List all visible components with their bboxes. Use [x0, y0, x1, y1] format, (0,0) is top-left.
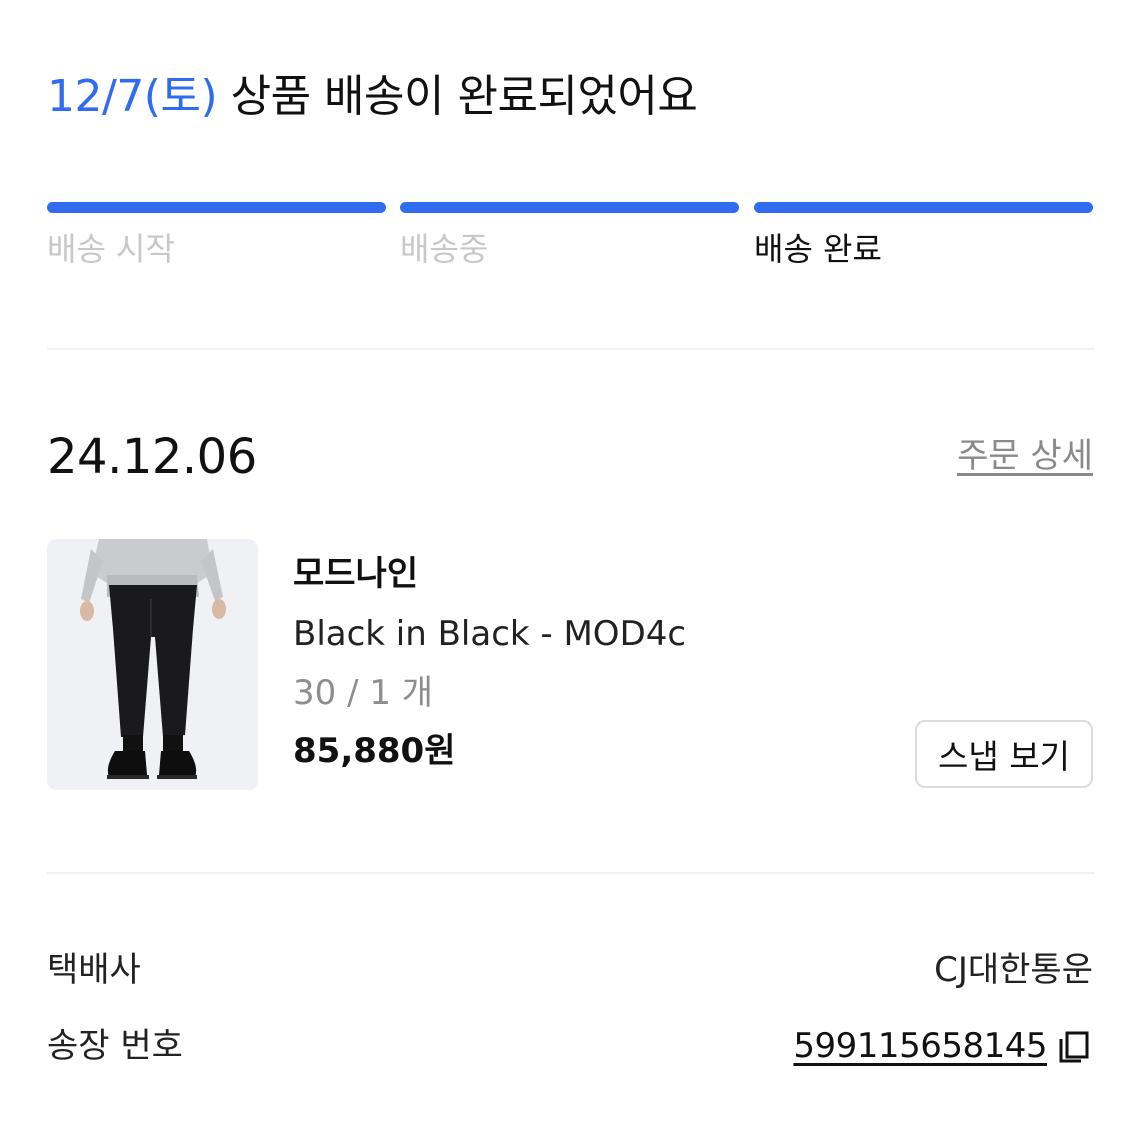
courier-value: CJ대한통운	[934, 950, 1093, 990]
product-price: 85,880원	[293, 731, 456, 771]
delivery-date: 12/7(토)	[47, 71, 218, 122]
step-bar	[47, 202, 386, 213]
page-title: 12/7(토) 상품 배송이 완료되었어요	[47, 66, 698, 128]
product-name[interactable]: Black in Black - MOD4c	[293, 612, 686, 656]
courier-label: 택배사	[47, 950, 141, 990]
product-photo	[47, 539, 258, 790]
delivery-progress: 배송 시작 배송중 배송 완료	[47, 202, 1093, 272]
step-label: 배송 완료	[754, 230, 882, 268]
copy-icon[interactable]	[1055, 1027, 1093, 1065]
product-option: 30 / 1 개	[293, 673, 434, 713]
delivery-message: 상품 배송이 완료되었어요	[217, 71, 698, 122]
step-bar	[400, 202, 739, 213]
product-image[interactable]	[47, 539, 258, 790]
order-detail-link[interactable]: 주문 상세	[957, 434, 1093, 478]
order-date: 24.12.06	[47, 429, 257, 485]
tracking-number-row[interactable]: 599115658145	[793, 1024, 1093, 1068]
section-divider	[47, 872, 1095, 874]
step-in-transit: 배송중	[400, 202, 739, 269]
step-bar	[754, 202, 1093, 213]
snap-view-button[interactable]: 스냅 보기	[915, 720, 1093, 788]
tracking-number[interactable]: 599115658145	[793, 1024, 1047, 1068]
step-delivered: 배송 완료	[754, 202, 1093, 269]
step-shipping-started: 배송 시작	[47, 202, 386, 269]
tracking-label: 송장 번호	[47, 1026, 183, 1066]
product-brand[interactable]: 모드나인	[293, 552, 418, 596]
step-label: 배송중	[400, 230, 489, 268]
step-label: 배송 시작	[47, 230, 175, 268]
section-divider	[47, 348, 1095, 350]
